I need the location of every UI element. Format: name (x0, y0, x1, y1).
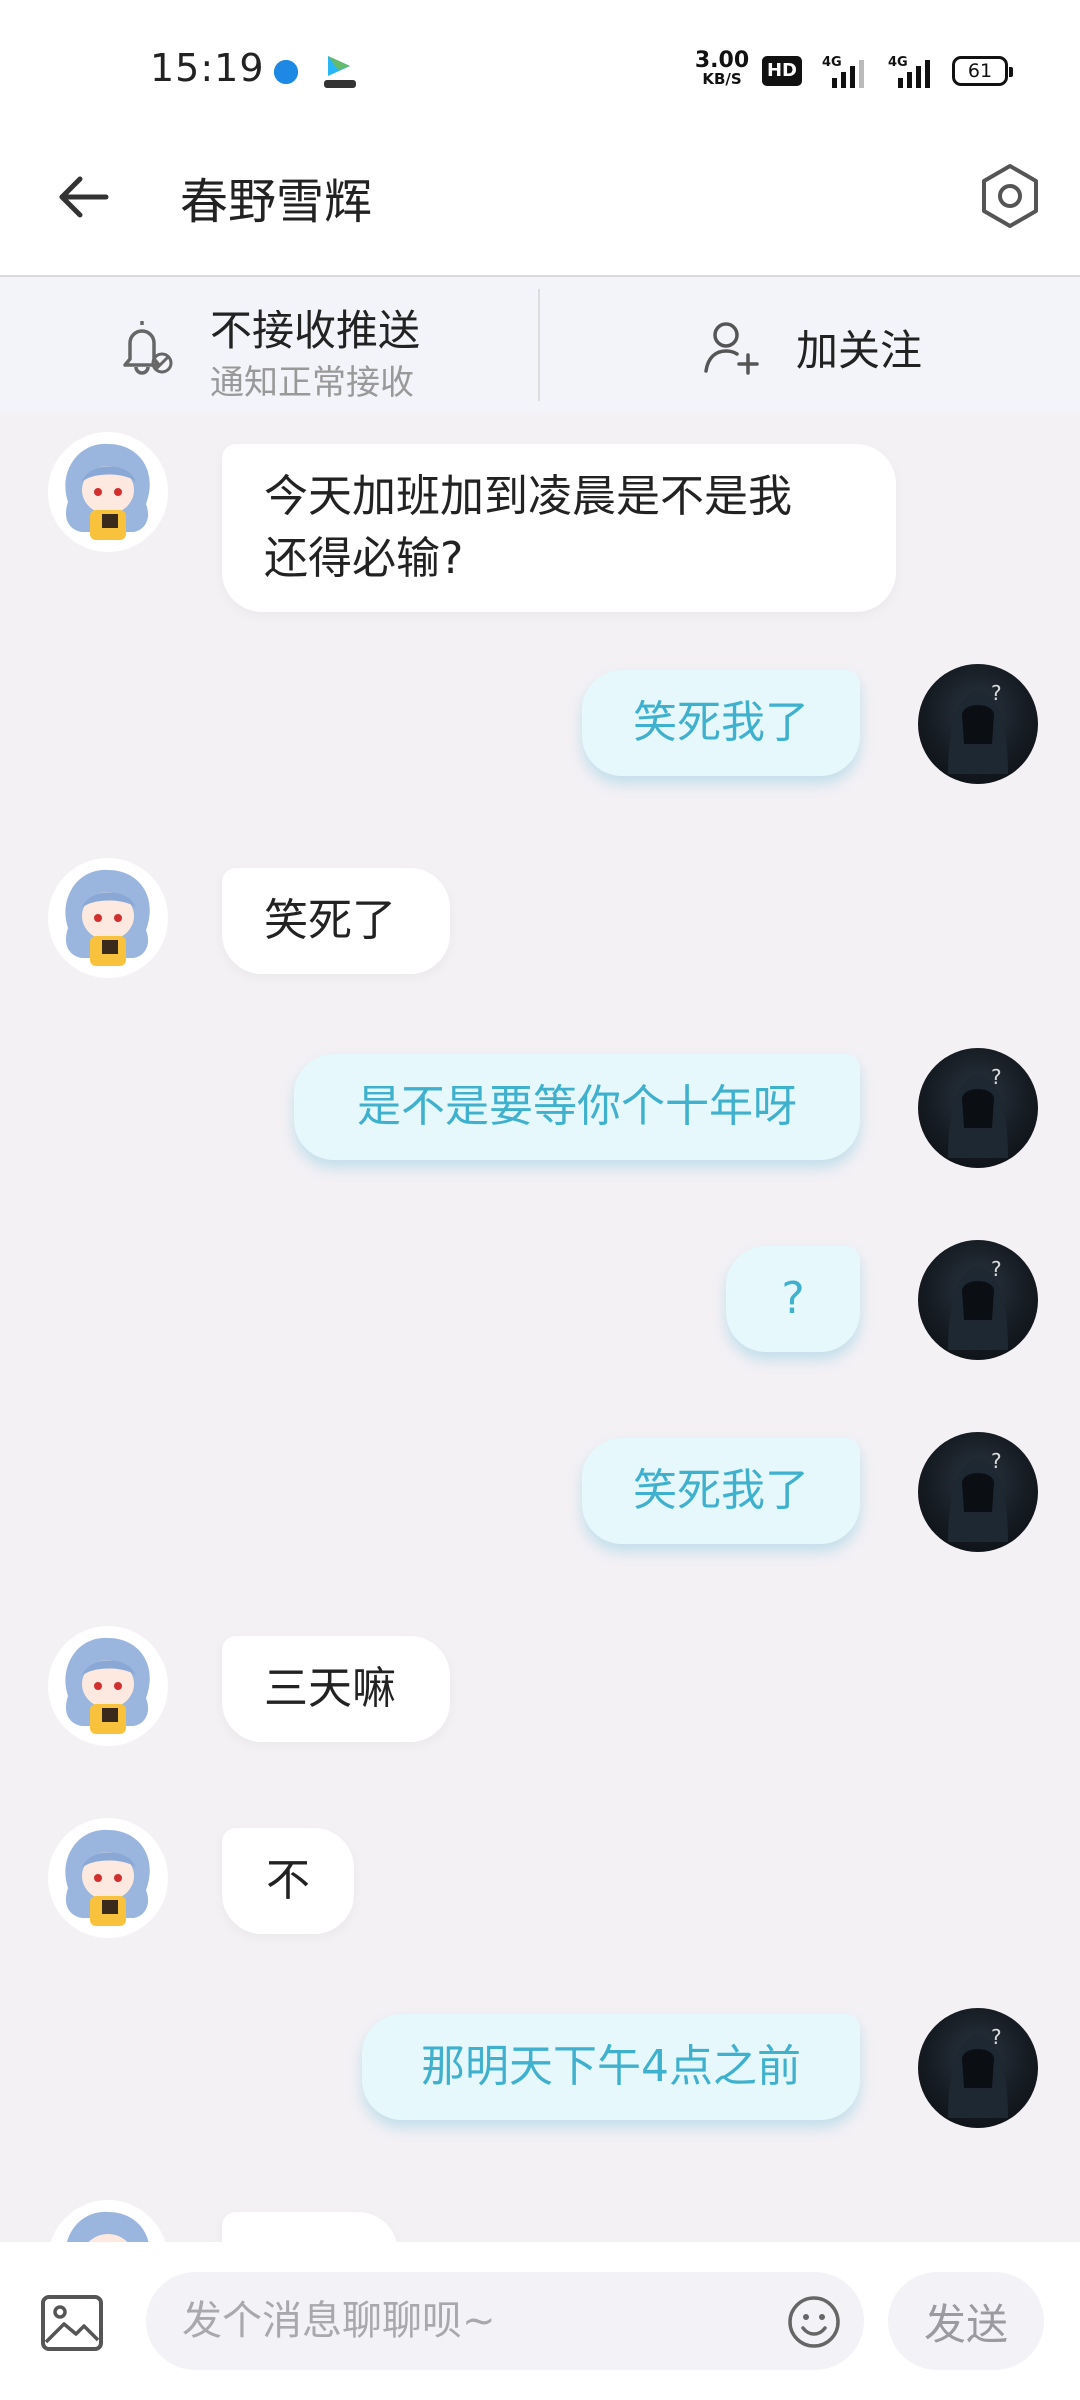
message-bubble-sent[interactable]: 那明天下午4点之前 (362, 2014, 860, 2120)
signal-4g-icon: 4G (888, 55, 930, 88)
my-avatar[interactable]: ? (918, 664, 1038, 784)
hd-badge: HD (762, 56, 802, 86)
svg-text:?: ? (991, 1449, 1002, 1473)
anime-girl-avatar-icon (65, 1829, 150, 1926)
message-bubble-sent[interactable]: 笑死我了 (582, 670, 860, 776)
dark-knight-avatar-icon: ? (948, 1257, 1008, 1350)
message-bubble-received[interactable]: 三天嘛 (222, 1636, 450, 1742)
contact-avatar[interactable] (48, 1626, 168, 1746)
follow-label: 加关注 (796, 326, 923, 375)
signal-1-label: 4G (822, 55, 842, 70)
message-text: 三天嘛 (264, 1663, 396, 1714)
my-avatar[interactable]: ? (918, 1048, 1038, 1168)
contact-avatar[interactable] (48, 1818, 168, 1938)
signal-2-label: 4G (888, 55, 908, 70)
message-text: 笑死我了 (633, 1465, 809, 1516)
push-setting-toggle[interactable]: 不接收推送 通知正常接收 (0, 277, 538, 413)
hexagon-settings-icon[interactable] (974, 160, 1046, 232)
message-text-line: 今天加班加到凌晨是不是我 (264, 471, 792, 522)
notification-follow-bar: 不接收推送 通知正常接收 加关注 (0, 277, 1080, 413)
contact-avatar[interactable] (48, 432, 168, 552)
battery-indicator: 61 (952, 56, 1013, 86)
signal-4g-icon: 4G (822, 55, 864, 88)
message-text: 笑死了 (264, 895, 396, 946)
anime-girl-avatar-icon (65, 869, 150, 966)
add-user-icon (704, 322, 759, 375)
my-avatar[interactable]: ? (918, 1432, 1038, 1552)
svg-text:?: ? (991, 1065, 1002, 1089)
chat-title: 春野雪辉 (180, 174, 373, 230)
dark-knight-avatar-icon: ? (948, 1449, 1008, 1542)
image-picker-icon[interactable] (40, 2294, 104, 2352)
send-button[interactable]: 发送 (888, 2272, 1044, 2370)
dark-knight-avatar-icon: ? (948, 1065, 1008, 1158)
message-bubble-sent[interactable]: 是不是要等你个十年呀 (294, 1054, 860, 1160)
message-bubble-received[interactable]: 笑死了 (222, 868, 450, 974)
contact-avatar[interactable] (48, 858, 168, 978)
anime-girl-avatar-icon (65, 1637, 150, 1734)
message-text: 笑死我了 (633, 697, 809, 748)
chat-screen: 15:19 3.00 KB/S HD 4G 4G 61 春野雪辉 不接收推送 通… (0, 0, 1080, 2400)
message-text: ? (781, 1273, 805, 1324)
dark-knight-avatar-icon: ? (948, 2025, 1008, 2118)
svg-text:?: ? (991, 2025, 1002, 2049)
anime-girl-avatar-icon (65, 443, 150, 540)
chat-header: 春野雪辉 (0, 130, 1080, 277)
message-text: 是不是要等你个十年呀 (357, 1081, 797, 1132)
message-bubble-received[interactable]: 今天加班加到凌晨是不是我 还得必输? (222, 444, 896, 612)
arrow-left-icon[interactable] (52, 165, 116, 229)
video-app-icon (324, 56, 356, 88)
push-subtitle: 通知正常接收 (210, 363, 414, 403)
status-time: 15:19 (150, 46, 265, 90)
network-speed: 3.00 KB/S (694, 50, 750, 89)
notification-dot-icon (274, 60, 298, 84)
message-input[interactable] (146, 2272, 864, 2370)
my-avatar[interactable]: ? (918, 1240, 1038, 1360)
svg-text:?: ? (991, 1257, 1002, 1281)
network-speed-unit: KB/S (702, 70, 742, 88)
my-avatar[interactable]: ? (918, 2008, 1038, 2128)
message-text-line: 还得必输? (264, 533, 464, 584)
message-input-bar: 发送 (0, 2242, 1080, 2400)
message-text: 那明天下午4点之前 (421, 2041, 801, 2092)
push-title: 不接收推送 (210, 306, 421, 355)
follow-button[interactable]: 加关注 (540, 277, 1080, 413)
message-text: 不 (266, 1855, 310, 1906)
svg-text:?: ? (991, 681, 1002, 705)
message-bubble-received[interactable]: 不 (222, 1828, 354, 1934)
bell-muted-icon (123, 321, 173, 375)
emoji-icon[interactable] (786, 2294, 842, 2350)
message-bubble-sent[interactable]: 笑死我了 (582, 1438, 860, 1544)
message-bubble-sent[interactable]: ? (726, 1246, 860, 1352)
status-bar: 15:19 3.00 KB/S HD 4G 4G 61 (0, 0, 1080, 130)
dark-knight-avatar-icon: ? (948, 681, 1008, 774)
